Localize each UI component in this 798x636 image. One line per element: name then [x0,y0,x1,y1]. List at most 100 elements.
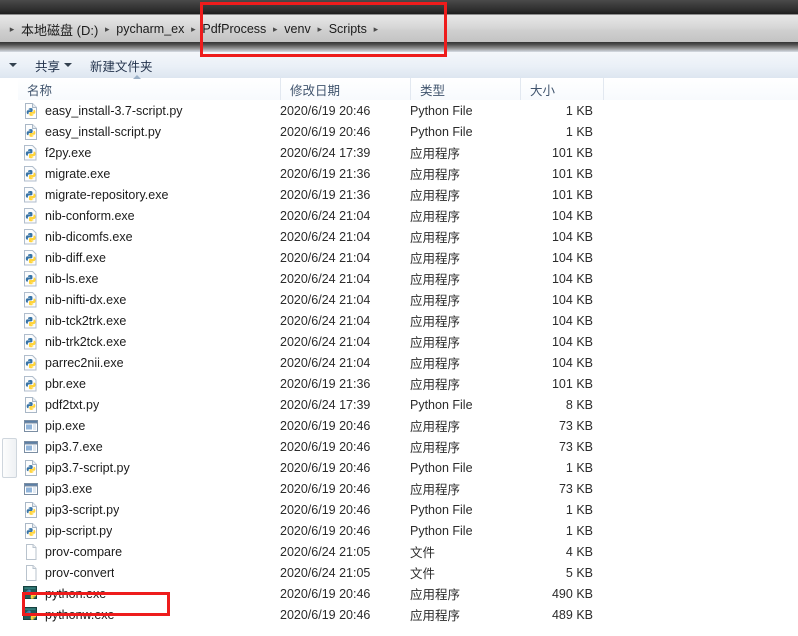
python-exe-icon [23,312,39,329]
file-row[interactable]: nib-dicomfs.exe 2020/6/24 21:04 应用程序 104 KB [18,226,798,247]
file-row[interactable]: f2py.exe 2020/6/24 17:39 应用程序 101 KB [18,142,798,163]
python-exe-icon [23,291,39,308]
file-row[interactable]: pythonw.exe 2020/6/19 20:46 应用程序 489 KB [18,604,798,625]
vertical-scrollbar-thumb[interactable] [2,438,17,478]
file-type-cell: 应用程序 [410,294,461,308]
file-name-label: nib-tck2trk.exe [45,313,127,328]
file-type-cell: Python File [410,397,473,412]
file-row[interactable]: python.exe 2020/6/19 20:46 应用程序 490 KB [18,583,798,604]
file-row[interactable]: pdf2txt.py 2020/6/24 17:39 Python File 8 KB [18,394,798,415]
python-exe-icon [23,228,39,245]
file-name-cell[interactable]: nib-dicomfs.exe [18,226,280,247]
file-row[interactable]: nib-conform.exe 2020/6/24 21:04 应用程序 104 KB [18,205,798,226]
file-name-cell[interactable]: easy_install-3.7-script.py [18,100,280,121]
file-size-cell: 104 KB [551,208,593,223]
file-name-cell[interactable]: nib-ls.exe [18,268,280,289]
column-header-type[interactable]: 类型 [410,78,520,100]
file-name-label: pip3.7-script.py [45,460,130,475]
file-type-cell: 应用程序 [410,231,461,245]
file-name-cell[interactable]: pip3.7-script.py [18,457,280,478]
file-name-cell[interactable]: pip-script.py [18,520,280,541]
file-name-cell[interactable]: pythonw.exe [18,604,280,625]
file-row[interactable]: migrate-repository.exe 2020/6/19 21:36 应用程… [18,184,798,205]
file-list[interactable]: easy_install-3.7-script.py 2020/6/19 20:4… [18,100,798,636]
file-name-cell[interactable]: pip3-script.py [18,499,280,520]
file-date-cell: 2020/6/19 21:36 [280,166,371,181]
file-row[interactable]: nib-diff.exe 2020/6/24 21:04 应用程序 104 KB [18,247,798,268]
breadcrumb-item--d-[interactable]: 本地磁盘 (D:) [18,18,101,40]
file-name-cell[interactable]: migrate.exe [18,163,280,184]
file-name-label: nib-dicomfs.exe [45,229,133,244]
file-name-cell[interactable]: pip3.exe [18,478,280,499]
column-header-size[interactable]: 大小 [520,78,603,100]
file-row[interactable]: pip.exe 2020/6/19 20:46 应用程序 73 KB [18,415,798,436]
file-row[interactable]: pip3.7-script.py 2020/6/19 20:46 Python Fi… [18,457,798,478]
python-file-icon [23,102,39,119]
file-row[interactable]: nib-tck2trk.exe 2020/6/24 21:04 应用程序 104 KB [18,310,798,331]
file-name-cell[interactable]: nib-nifti-dx.exe [18,289,280,310]
file-size-cell: 104 KB [551,313,593,328]
file-row[interactable]: pip-script.py 2020/6/19 20:46 Python File 1… [18,520,798,541]
file-name-cell[interactable]: f2py.exe [18,142,280,163]
file-row[interactable]: parrec2nii.exe 2020/6/24 21:04 应用程序 104 KB [18,352,798,373]
file-name-cell[interactable]: nib-conform.exe [18,205,280,226]
file-type-cell: 应用程序 [410,420,461,434]
file-name-cell[interactable]: prov-convert [18,562,280,583]
file-name-cell[interactable]: pip3.7.exe [18,436,280,457]
file-name-cell[interactable]: nib-tck2trk.exe [18,310,280,331]
breadcrumb-item-pdfprocess[interactable]: PdfProcess [199,18,269,40]
python-exe-icon [23,165,39,182]
file-row[interactable]: nib-trk2tck.exe 2020/6/24 21:04 应用程序 104 KB [18,331,798,352]
breadcrumb[interactable]: ▸ 本地磁盘 (D:) ▸ pycharm_ex ▸ PdfProcess ▸ venv ▸ Sc… [0,15,382,43]
command-toolbar: 共享 新建文件夹 [0,52,798,79]
column-header-name[interactable]: 名称 [18,75,280,100]
file-row[interactable]: pbr.exe 2020/6/19 21:36 应用程序 101 KB [18,373,798,394]
file-name-cell[interactable]: pdf2txt.py [18,394,280,415]
python-file-icon [23,501,39,518]
file-date-cell: 2020/6/19 20:46 [280,502,371,517]
file-name-cell[interactable]: pip.exe [18,415,280,436]
file-name-cell[interactable]: nib-trk2tck.exe [18,331,280,352]
file-row[interactable]: easy_install-3.7-script.py 2020/6/19 20:4… [18,100,798,121]
file-row[interactable]: easy_install-script.py 2020/6/19 20:46 Pyt… [18,121,798,142]
file-row[interactable]: nib-nifti-dx.exe 2020/6/24 21:04 应用程序 104 K… [18,289,798,310]
file-size-cell: 1 KB [565,103,593,118]
file-date-cell: 2020/6/19 20:46 [280,103,371,118]
file-size-cell: 73 KB [558,418,593,433]
file-row[interactable]: pip3-script.py 2020/6/19 20:46 Python File… [18,499,798,520]
file-name-cell[interactable]: python.exe [18,583,280,604]
file-name-cell[interactable]: nib-diff.exe [18,247,280,268]
organize-menu-button[interactable] [0,54,26,76]
file-name-cell[interactable]: prov-compare [18,541,280,562]
file-row[interactable]: prov-convert 2020/6/24 21:05 文件 5 KB [18,562,798,583]
file-size-cell: 490 KB [551,586,593,601]
blank-file-icon [23,564,39,581]
file-name-cell[interactable]: migrate-repository.exe [18,184,280,205]
column-header-date[interactable]: 修改日期 [280,78,410,100]
share-menu-button[interactable]: 共享 [26,54,81,76]
file-name-label: prov-convert [45,565,115,580]
file-size-cell: 101 KB [551,187,593,202]
column-header-row: 名称 修改日期 类型 大小 [18,75,798,101]
column-header-filler [603,78,798,100]
file-size-cell: 1 KB [565,460,593,475]
breadcrumb-item-venv[interactable]: venv [281,18,313,40]
address-bar[interactable]: ▸ 本地磁盘 (D:) ▸ pycharm_ex ▸ PdfProcess ▸ venv ▸ Sc… [0,14,798,44]
file-type-cell: 文件 [410,567,436,581]
file-name-cell[interactable]: parrec2nii.exe [18,352,280,373]
file-row[interactable]: prov-compare 2020/6/24 21:05 文件 4 KB [18,541,798,562]
file-row[interactable]: pip3.7.exe 2020/6/19 20:46 应用程序 73 KB [18,436,798,457]
file-name-label: pip3-script.py [45,502,120,517]
file-row[interactable]: pip3.exe 2020/6/19 20:46 应用程序 73 KB [18,478,798,499]
file-row[interactable]: migrate.exe 2020/6/19 21:36 应用程序 101 KB [18,163,798,184]
file-name-cell[interactable]: pbr.exe [18,373,280,394]
breadcrumb-item-scripts[interactable]: Scripts [326,18,370,40]
file-date-cell: 2020/6/24 21:04 [280,355,371,370]
column-header-size-label: 大小 [530,83,556,98]
explorer-window: ▸ 本地磁盘 (D:) ▸ pycharm_ex ▸ PdfProcess ▸ venv ▸ Sc… [0,0,798,636]
file-row[interactable]: nib-ls.exe 2020/6/24 21:04 应用程序 104 KB [18,268,798,289]
python-exe-icon [23,207,39,224]
file-name-cell[interactable]: easy_install-script.py [18,121,280,142]
new-folder-button[interactable]: 新建文件夹 [81,54,162,76]
breadcrumb-item-pycharm-ex[interactable]: pycharm_ex [113,18,187,40]
